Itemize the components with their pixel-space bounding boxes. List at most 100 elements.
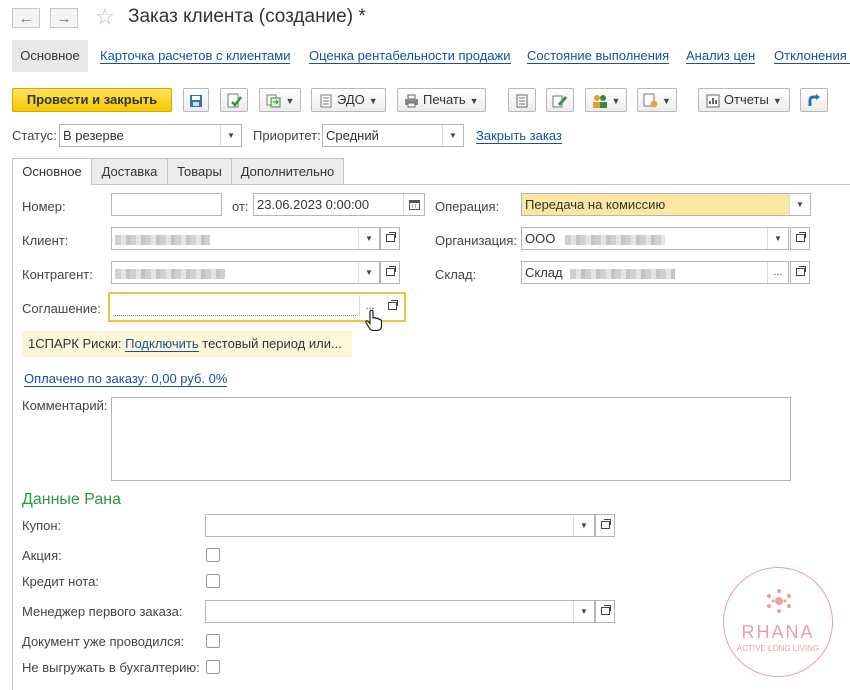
contractor-select[interactable]: ▼ (111, 261, 380, 284)
redirect-arrow-icon (808, 93, 820, 106)
spark-connect-link[interactable]: Подключить (125, 336, 199, 352)
blurred-value (564, 234, 665, 245)
rhana-watermark: RHANA ACTIVE LONG LIVING (723, 567, 833, 677)
form-tab-main[interactable]: Основное (12, 158, 92, 185)
already-posted-checkbox[interactable] (206, 634, 220, 648)
organization-label: Организация: (435, 233, 518, 248)
structure-button[interactable] (508, 88, 536, 112)
tab-profitability[interactable]: Оценка рентабельности продажи (309, 48, 511, 64)
redirect-button[interactable] (800, 88, 828, 112)
agreement-input[interactable]: ... (111, 295, 381, 318)
no-export-checkbox[interactable] (206, 660, 220, 674)
first-order-manager-select[interactable]: ▼ (205, 600, 595, 623)
tasks-icon (643, 93, 658, 108)
open-contractor-icon[interactable] (380, 261, 400, 284)
paid-by-order-link[interactable]: Оплачено по заказу: 0,00 руб. 0% (24, 371, 228, 387)
tab-main[interactable]: Основное (12, 40, 88, 72)
warehouse-value: Склад (525, 265, 563, 280)
chevron-down-icon[interactable]: ▼ (789, 194, 810, 215)
status-value: В резерве (63, 128, 124, 143)
open-coupon-icon[interactable] (595, 514, 615, 537)
edo-icon (320, 94, 332, 108)
open-manager-icon[interactable] (595, 600, 615, 623)
print-label: Печать (423, 92, 466, 107)
action-checkbox[interactable] (206, 548, 220, 562)
tab-deviations[interactable]: Отклонения о (774, 48, 850, 64)
tab-panel-border (12, 184, 13, 690)
comment-textarea[interactable] (111, 397, 791, 481)
tab-settlements-card[interactable]: Карточка расчетов с клиентами (100, 48, 291, 64)
edit-pencil-icon (552, 95, 568, 108)
form-tab-goods[interactable]: Товары (167, 158, 232, 184)
date-input[interactable]: 23.06.2023 0:00:00 (253, 193, 425, 216)
save-icon (190, 94, 202, 107)
watermark-tagline: ACTIVE LONG LIVING (736, 644, 820, 653)
hand-cursor-icon (365, 309, 383, 331)
open-organization-icon[interactable] (790, 227, 810, 250)
save-button[interactable] (183, 88, 209, 112)
chevron-down-icon[interactable]: ▼ (573, 515, 594, 536)
tab-execution-state[interactable]: Состояние выполнения (527, 48, 670, 64)
from-label: от: (232, 199, 249, 214)
back-button[interactable]: ← (12, 8, 40, 28)
warehouse-select[interactable]: Склад ... (521, 261, 789, 284)
credit-note-checkbox[interactable] (206, 574, 220, 588)
form-tab-delivery[interactable]: Доставка (91, 158, 168, 184)
client-label: Клиент: (22, 233, 69, 248)
section-heading-rana: Данные Рана (22, 491, 122, 508)
priority-select[interactable]: Средний ▼ (322, 124, 464, 147)
open-client-icon[interactable] (380, 227, 400, 250)
calendar-icon[interactable] (403, 194, 424, 215)
page-title: Заказ клиента (создание) * (128, 6, 366, 27)
priority-label: Приоритет: (253, 128, 321, 143)
open-agreement-icon[interactable] (382, 295, 402, 318)
tab-divider (12, 184, 850, 185)
chevron-down-icon[interactable]: ▼ (358, 262, 379, 283)
form-tab-additional[interactable]: Дополнительно (231, 158, 344, 184)
status-select[interactable]: В резерве ▼ (59, 124, 242, 147)
blurred-value (115, 268, 225, 279)
first-order-manager-label: Менеджер первого заказа: (22, 604, 183, 619)
warehouse-label: Склад: (435, 267, 477, 282)
organization-select[interactable]: ООО ▼ (521, 227, 789, 250)
number-input[interactable] (111, 193, 222, 216)
chevron-down-icon[interactable]: ▼ (358, 228, 379, 249)
blurred-value (570, 268, 676, 279)
post-and-close-button[interactable]: Провести и закрыть (12, 88, 172, 112)
spark-banner: 1СПАРК Риски: Подключить тестовый период… (22, 331, 352, 357)
tasks-button[interactable]: ▼ (637, 88, 677, 112)
edit-button[interactable] (546, 88, 574, 112)
chevron-down-icon[interactable]: ▼ (767, 228, 788, 249)
open-warehouse-icon[interactable] (790, 261, 810, 284)
printer-icon (405, 94, 419, 108)
action-label: Акция: (22, 548, 62, 563)
client-select[interactable]: ▼ (111, 227, 380, 250)
operation-value: Передача на комиссию (525, 197, 666, 212)
coupon-select[interactable]: ▼ (205, 514, 595, 537)
chevron-down-icon[interactable]: ▼ (573, 601, 594, 622)
chevron-down-icon[interactable]: ▼ (442, 125, 463, 146)
list-icon (516, 94, 528, 108)
operation-select[interactable]: Передача на комиссию ▼ (521, 193, 811, 216)
already-posted-label: Документ уже проводился: (22, 634, 185, 649)
close-order-link[interactable]: Закрыть заказ (476, 128, 562, 144)
users-button[interactable]: ▼ (585, 88, 627, 112)
post-button[interactable] (220, 88, 248, 112)
chevron-down-icon[interactable]: ▼ (220, 125, 241, 146)
create-based-on-button[interactable]: ▼ (259, 88, 301, 112)
edo-button[interactable]: ЭДО ▼ (311, 88, 386, 112)
reports-button[interactable]: Отчеты ▼ (698, 88, 790, 112)
credit-note-label: Кредит нота: (22, 574, 99, 589)
more-options-icon[interactable]: ... (767, 262, 788, 283)
forward-button[interactable]: → (50, 8, 78, 28)
favorite-star-icon[interactable]: ☆ (95, 4, 115, 30)
no-export-label: Не выгружать в бухгалтерию: (22, 660, 200, 675)
operation-label: Операция: (435, 199, 500, 214)
organization-value: ООО (525, 231, 556, 246)
users-icon (592, 94, 607, 108)
priority-value: Средний (326, 128, 379, 143)
tab-price-analysis[interactable]: Анализ цен (686, 48, 756, 64)
print-button[interactable]: Печать ▼ (397, 88, 486, 112)
coupon-label: Купон: (22, 518, 62, 533)
agreement-underline (115, 315, 356, 316)
